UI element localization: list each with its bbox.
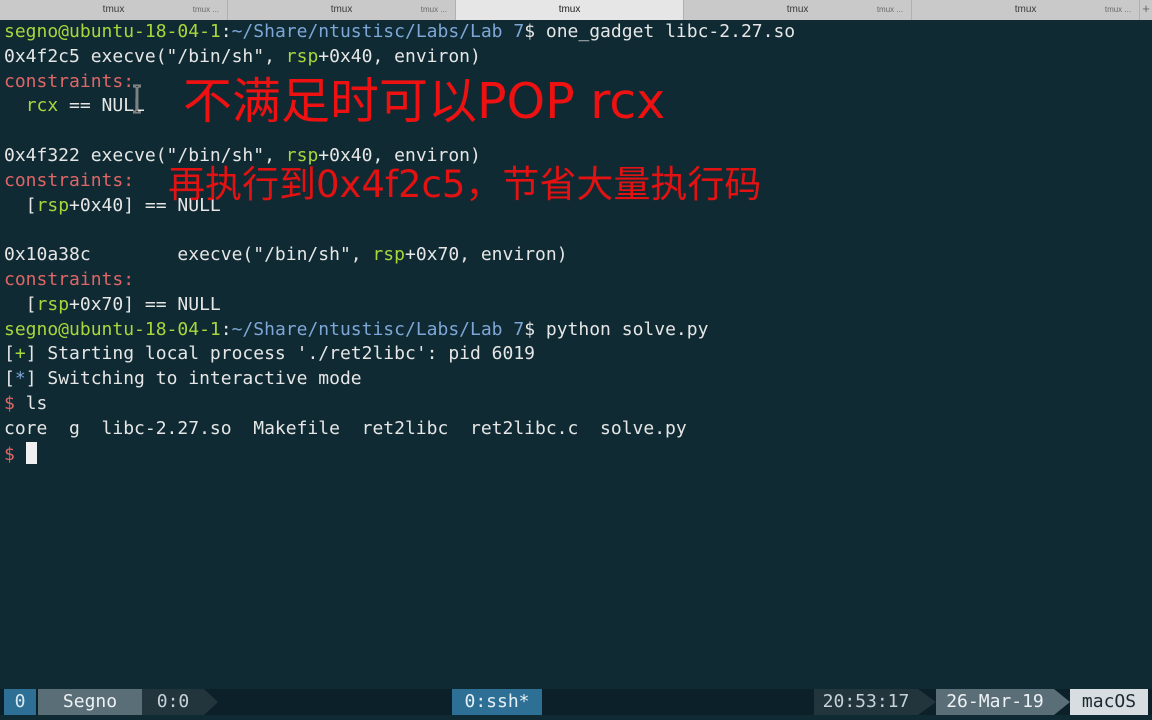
text-cursor-icon [133,84,141,114]
terminal-text: ~/Share/ntustisc/Labs/Lab 7 [231,318,525,340]
terminal-text: rsp [285,45,319,67]
terminal-text: +0x70] == NULL [69,293,221,315]
terminal-text: 0x4f2c5 execve("/bin/sh", [4,45,286,67]
terminal-text: constraints: [4,268,135,290]
terminal-text: segno@ubuntu-18-04-1 [4,318,221,340]
tab-3-active[interactable]: tmux [456,0,685,20]
status-pane: 0:0 [142,689,204,715]
terminal-text: +0x40, environ) [318,45,481,67]
tab-2[interactable]: tmux tmux ... [228,0,457,20]
terminal-text: rsp [36,194,70,216]
status-separator [204,689,218,715]
terminal-line: [rsp+0x70] == NULL [4,293,1152,318]
terminal-text: +0x70, environ) [404,244,568,266]
terminal-text: [ [4,343,15,365]
tab-subtitle: tmux ... [192,5,220,14]
terminal-text: constraints: [4,70,135,92]
terminal-text: [ [4,293,37,315]
terminal-line: 0x4f2c5 execve("/bin/sh", rsp+0x40, envi… [4,45,1152,70]
terminal-text: + [14,343,26,365]
terminal-text: : [220,318,232,340]
status-separator [1054,689,1070,715]
tab-1[interactable]: tmux tmux ... [0,0,229,20]
tmux-status-bar: 0 Segno 0:0 0:ssh* 20:53:17 26-Mar-19 ma… [0,689,1152,715]
terminal-text: core g libc-2.27.so Makefile ret2libc re… [4,417,687,439]
terminal-text: 0x10a38c execve("/bin/sh", [4,244,373,266]
terminal-line: constraints: [4,268,1152,293]
terminal-text: rcx [25,95,59,117]
terminal-text: segno@ubuntu-18-04-1 [4,21,221,42]
terminal-text: $ python solve.py [524,318,709,340]
terminal-text: * [14,368,26,390]
terminal-line: segno@ubuntu-18-04-1:~/Share/ntustisc/La… [4,20,1152,45]
new-tab-plus-icon[interactable]: + [1140,0,1152,20]
tab-subtitle: tmux ... [1104,5,1132,14]
terminal-text: rsp [36,293,70,315]
terminal-text: constraints: [4,169,135,191]
tab-5[interactable]: tmux tmux ... [912,0,1141,20]
tab-title: tmux [558,4,581,15]
bottom-strip [0,715,1152,720]
terminal-line: 0x10a38c execve("/bin/sh", rsp+0x70, env… [4,243,1152,268]
terminal-text: $ [4,443,26,465]
terminal-line: $ [4,441,1152,467]
status-hostname: macOS [1070,689,1148,715]
terminal-line: core g libc-2.27.so Makefile ret2libc re… [4,417,1152,442]
tab-4[interactable]: tmux tmux ... [684,0,913,20]
tab-subtitle: tmux ... [420,5,448,14]
status-session-name: Segno [38,689,142,715]
tab-bar: tmux tmux ... tmux tmux ... tmux tmux tm… [0,0,1152,20]
status-separator [918,689,936,715]
terminal-text: $ one_gadget libc-2.27.so [524,21,796,42]
terminal-line: [*] Switching to interactive mode [4,367,1152,392]
terminal-line: segno@ubuntu-18-04-1:~/Share/ntustisc/La… [4,318,1152,343]
terminal-text: ls [14,392,48,414]
terminal-text: [ [4,194,37,216]
annotation-line-1: 不满足时可以POP rcx [183,73,666,130]
terminal-text: ~/Share/ntustisc/Labs/Lab 7 [231,21,525,42]
terminal-line: [+] Starting local process './ret2libc':… [4,342,1152,367]
tab-subtitle: tmux ... [876,5,904,14]
terminal-text: $ [4,392,15,414]
status-current-window[interactable]: 0:ssh* [452,689,542,715]
status-date: 26-Mar-19 [936,689,1054,715]
terminal-text: ] Switching to interactive mode [25,368,362,390]
terminal-text: rsp [372,244,405,266]
status-window-index: 0 [4,689,36,715]
status-time: 20:53:17 [814,689,918,715]
annotation-line-2: 再执行到0x4f2c5，节省大量执行码 [168,163,762,206]
terminal-text: ] Starting local process './ret2libc': p… [25,343,536,365]
terminal-text: [ [4,368,15,390]
terminal-line: $ ls [4,392,1152,417]
terminal-cursor [25,441,37,464]
terminal-text: : [220,21,232,42]
